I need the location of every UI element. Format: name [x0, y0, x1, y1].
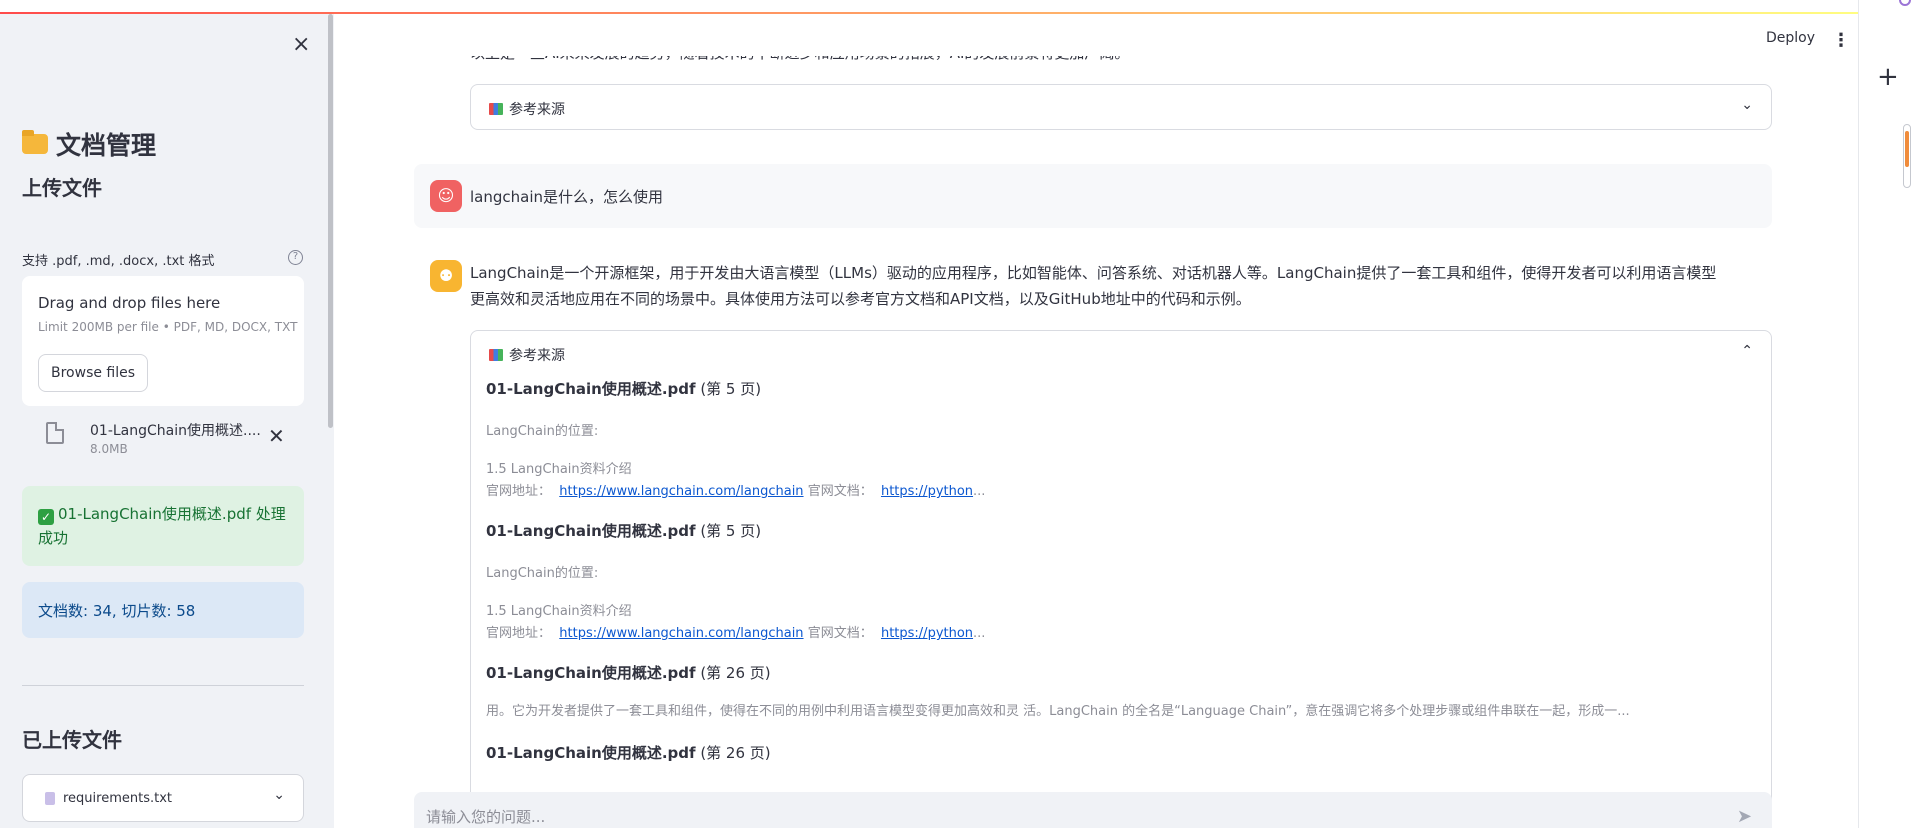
source-links: 官网地址： https://www.langchain.com/langchai…: [486, 626, 986, 641]
source-text: LangChain的位置:: [486, 424, 599, 439]
success-alert: ✓ 01-LangChain使用概述.pdf 处理成功: [22, 486, 304, 566]
user-message-text: langchain是什么，怎么使用: [470, 188, 664, 206]
uploaded-file-size: 8.0MB: [90, 442, 128, 456]
expander-label: 参考来源: [509, 102, 565, 118]
sidebar-title-text: 文档管理: [56, 131, 157, 160]
info-message: 文档数: 34, 切片数: 58: [38, 602, 196, 620]
source-text: 用。它为开发者提供了一套工具和组件，使得在不同的用例中利用语言模型变得更加高效和…: [486, 704, 1630, 719]
books-icon: [489, 103, 503, 115]
remove-file-icon[interactable]: ✕: [268, 424, 285, 448]
source-link[interactable]: https://www.langchain.com/langchain: [559, 626, 803, 641]
sources-expander-collapsed[interactable]: 参考来源 ⌄: [470, 84, 1772, 130]
sidebar: × 文档管理 上传文件 支持 .pdf, .md, .docx, .txt 格式…: [0, 14, 334, 828]
expander-header: 参考来源: [489, 99, 565, 119]
chevron-up-icon[interactable]: ⌃: [1741, 343, 1753, 359]
assistant-avatar-icon: ⚉: [430, 260, 462, 292]
info-alert: 文档数: 34, 切片数: 58: [22, 582, 304, 638]
sidebar-divider: [22, 685, 304, 686]
source-text: LangChain的位置:: [486, 566, 599, 581]
source-link[interactable]: https://python: [881, 484, 973, 499]
upload-heading: 上传文件: [22, 176, 102, 200]
source-text: 1.5 LangChain资料介绍: [486, 462, 632, 477]
help-icon[interactable]: ?: [288, 250, 303, 265]
text-file-icon: [45, 792, 55, 805]
dropzone-title: Drag and drop files here: [38, 294, 221, 312]
sidebar-scrollbar[interactable]: [328, 14, 333, 428]
source-link[interactable]: https://python: [881, 626, 973, 641]
uploaded-heading: 已上传文件: [22, 728, 122, 752]
source-link[interactable]: https://www.langchain.com/langchain: [559, 484, 803, 499]
chat-input-bar: ➤: [414, 792, 1772, 828]
success-message: 01-LangChain使用概述.pdf 处理成功: [38, 505, 286, 547]
source-title: 01-LangChain使用概述.pdf (第 26 页): [486, 744, 771, 762]
search-icon[interactable]: [1899, 0, 1911, 6]
main-menu-icon[interactable]: ⋮: [1832, 30, 1850, 51]
main-content: Deploy ⋮ 以上是一些AI未来发展的趋势，随着技术的不断进步和应用场景的拓…: [334, 14, 1858, 828]
deploy-button[interactable]: Deploy: [1766, 30, 1815, 46]
file-dropzone[interactable]: Drag and drop files here Limit 200MB per…: [22, 276, 304, 406]
formats-label: 支持 .pdf, .md, .docx, .txt 格式: [22, 254, 215, 269]
uploaded-files-select[interactable]: requirements.txt ⌄: [22, 774, 304, 822]
books-icon: [489, 349, 503, 361]
close-sidebar-icon[interactable]: ×: [292, 32, 310, 57]
assistant-message-line1: LangChain是一个开源框架，用于开发由大语言模型（LLMs）驱动的应用程序…: [470, 264, 1717, 282]
uploaded-file-name: 01-LangChain使用概述....: [90, 423, 261, 439]
check-icon: ✓: [38, 509, 54, 525]
source-title: 01-LangChain使用概述.pdf (第 26 页): [486, 664, 771, 682]
previous-answer-text: 以上是一些AI未来发展的趋势，随着技术的不断进步和应用场景的拓展，AI的发展前景…: [470, 44, 1130, 62]
assistant-message-line2: 更高效和灵活地应用在不同的场景中。具体使用方法可以参考官方文档和API文档，以及…: [470, 290, 1251, 308]
chevron-down-icon: ⌄: [1741, 97, 1753, 113]
source-title: 01-LangChain使用概述.pdf (第 5 页): [486, 380, 762, 398]
user-avatar-icon: ☺: [430, 180, 462, 212]
send-icon[interactable]: ➤: [1737, 806, 1752, 827]
folder-icon: [22, 130, 48, 154]
source-text: 1.5 LangChain资料介绍: [486, 604, 632, 619]
right-toolbar: +: [1858, 0, 1913, 828]
browse-files-button[interactable]: Browse files: [38, 354, 149, 392]
expander-label: 参考来源: [509, 348, 565, 364]
expander-header[interactable]: 参考来源: [489, 345, 565, 365]
file-icon: [46, 422, 64, 444]
source-title: 01-LangChain使用概述.pdf (第 5 页): [486, 522, 762, 540]
sidebar-title: 文档管理: [22, 126, 156, 162]
dropzone-limit: Limit 200MB per file • PDF, MD, DOCX, TX…: [38, 320, 298, 334]
source-links: 官网地址： https://www.langchain.com/langchai…: [486, 484, 986, 499]
uploaded-file-item: 01-LangChain使用概述.... 8.0MB ✕: [40, 418, 300, 464]
page-scrollbar[interactable]: [1903, 124, 1911, 188]
selected-file: requirements.txt: [63, 791, 173, 806]
chat-input[interactable]: [424, 800, 1704, 828]
plus-icon[interactable]: +: [1877, 62, 1899, 92]
chevron-down-icon: ⌄: [273, 787, 285, 803]
